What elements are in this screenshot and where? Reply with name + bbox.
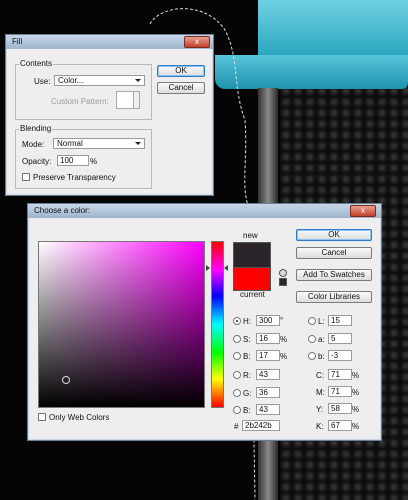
contents-label: Contents bbox=[19, 59, 54, 68]
g-radio[interactable] bbox=[233, 389, 241, 397]
h-radio[interactable] bbox=[233, 317, 241, 325]
r-label: R: bbox=[243, 371, 251, 380]
picker-cancel-button[interactable]: Cancel bbox=[296, 247, 372, 259]
fill-title: Fill bbox=[12, 37, 23, 46]
use-label: Use: bbox=[34, 77, 51, 86]
mode-select[interactable]: Normal bbox=[53, 138, 145, 149]
color-libraries-button[interactable]: Color Libraries bbox=[296, 291, 372, 303]
fill-ok-button[interactable]: OK bbox=[157, 65, 205, 77]
k-input[interactable]: 67 bbox=[328, 420, 352, 431]
c-input[interactable]: 71 bbox=[328, 369, 352, 380]
h-unit: ° bbox=[280, 316, 284, 325]
lab-b-input[interactable]: -3 bbox=[328, 350, 352, 361]
hex-label: # bbox=[234, 422, 239, 431]
y-label: Y: bbox=[316, 405, 324, 414]
hex-input[interactable]: 2b242b bbox=[242, 420, 280, 431]
a-input[interactable]: 5 bbox=[328, 333, 352, 344]
only-web-colors-checkbox[interactable] bbox=[38, 413, 46, 421]
m-label: M: bbox=[316, 388, 325, 397]
web-safe-cube-icon[interactable] bbox=[279, 278, 287, 286]
lab-b-radio[interactable] bbox=[308, 352, 316, 360]
pattern-dropdown-icon bbox=[133, 92, 139, 108]
c-unit: % bbox=[352, 371, 360, 380]
l-input[interactable]: 15 bbox=[328, 315, 352, 326]
opacity-label: Opacity: bbox=[22, 157, 52, 166]
y-input[interactable]: 58 bbox=[328, 403, 352, 414]
fill-titlebar[interactable]: Fill x bbox=[6, 35, 213, 49]
color-field[interactable] bbox=[38, 241, 205, 408]
c-label: C: bbox=[316, 371, 324, 380]
chevron-down-icon bbox=[135, 79, 141, 82]
b-unit: % bbox=[280, 352, 288, 361]
color-picker-dialog: Choose a color: x new current OK Cancel … bbox=[27, 203, 382, 441]
picker-titlebar[interactable]: Choose a color: x bbox=[28, 204, 381, 218]
picker-close-button[interactable]: x bbox=[350, 205, 376, 217]
k-label: K: bbox=[316, 422, 324, 431]
b-label: B: bbox=[243, 352, 251, 361]
s-unit: % bbox=[280, 335, 288, 344]
s-label: S: bbox=[243, 335, 251, 344]
s-radio[interactable] bbox=[233, 335, 241, 343]
new-label: new bbox=[243, 231, 258, 240]
lab-b-label: b: bbox=[318, 352, 325, 361]
current-color-swatch[interactable] bbox=[233, 267, 271, 291]
blending-label: Blending bbox=[19, 124, 53, 133]
l-radio[interactable] bbox=[308, 317, 316, 325]
r-radio[interactable] bbox=[233, 371, 241, 379]
a-radio[interactable] bbox=[308, 335, 316, 343]
m-unit: % bbox=[352, 388, 360, 397]
use-select-value: Color... bbox=[58, 76, 84, 85]
fill-cancel-button[interactable]: Cancel bbox=[157, 82, 205, 94]
hue-slider-left-arrow[interactable] bbox=[206, 265, 210, 271]
mode-label: Mode: bbox=[22, 140, 45, 149]
new-color-swatch bbox=[233, 242, 271, 268]
k-unit: % bbox=[352, 422, 360, 431]
preserve-transparency-label: Preserve Transparency bbox=[33, 173, 116, 182]
opacity-input[interactable]: 100 bbox=[57, 155, 89, 166]
fill-dialog: Fill x Contents Use: Color... Custom Pat… bbox=[5, 34, 214, 196]
picker-title: Choose a color: bbox=[34, 206, 91, 215]
blue-label: B: bbox=[243, 406, 251, 415]
b-radio[interactable] bbox=[233, 352, 241, 360]
b-input[interactable]: 17 bbox=[256, 350, 280, 361]
m-input[interactable]: 71 bbox=[328, 386, 352, 397]
color-field-cursor[interactable] bbox=[62, 376, 70, 384]
out-of-gamut-icon[interactable] bbox=[279, 269, 287, 277]
custom-pattern-swatch[interactable] bbox=[116, 91, 140, 109]
s-input[interactable]: 16 bbox=[256, 333, 280, 344]
l-label: L: bbox=[318, 317, 325, 326]
blue-radio[interactable] bbox=[233, 406, 241, 414]
hue-slider-right-arrow[interactable] bbox=[224, 265, 228, 271]
hue-slider[interactable] bbox=[211, 241, 224, 408]
use-select[interactable]: Color... bbox=[54, 75, 145, 86]
y-unit: % bbox=[352, 405, 360, 414]
blue-input[interactable]: 43 bbox=[256, 404, 280, 415]
g-input[interactable]: 36 bbox=[256, 387, 280, 398]
picker-ok-button[interactable]: OK bbox=[296, 229, 372, 241]
preserve-transparency-checkbox[interactable] bbox=[22, 173, 30, 181]
mode-select-value: Normal bbox=[57, 139, 83, 148]
g-label: G: bbox=[243, 389, 252, 398]
only-web-colors-label: Only Web Colors bbox=[49, 413, 110, 422]
h-input[interactable]: 300 bbox=[256, 315, 280, 326]
h-label: H: bbox=[243, 317, 251, 326]
r-input[interactable]: 43 bbox=[256, 369, 280, 380]
add-to-swatches-button[interactable]: Add To Swatches bbox=[296, 269, 372, 281]
current-label: current bbox=[240, 290, 265, 299]
fill-close-button[interactable]: x bbox=[184, 36, 210, 48]
opacity-unit: % bbox=[90, 157, 98, 166]
custom-pattern-label: Custom Pattern: bbox=[51, 97, 109, 106]
a-label: a: bbox=[318, 335, 325, 344]
chevron-down-icon bbox=[135, 142, 141, 145]
